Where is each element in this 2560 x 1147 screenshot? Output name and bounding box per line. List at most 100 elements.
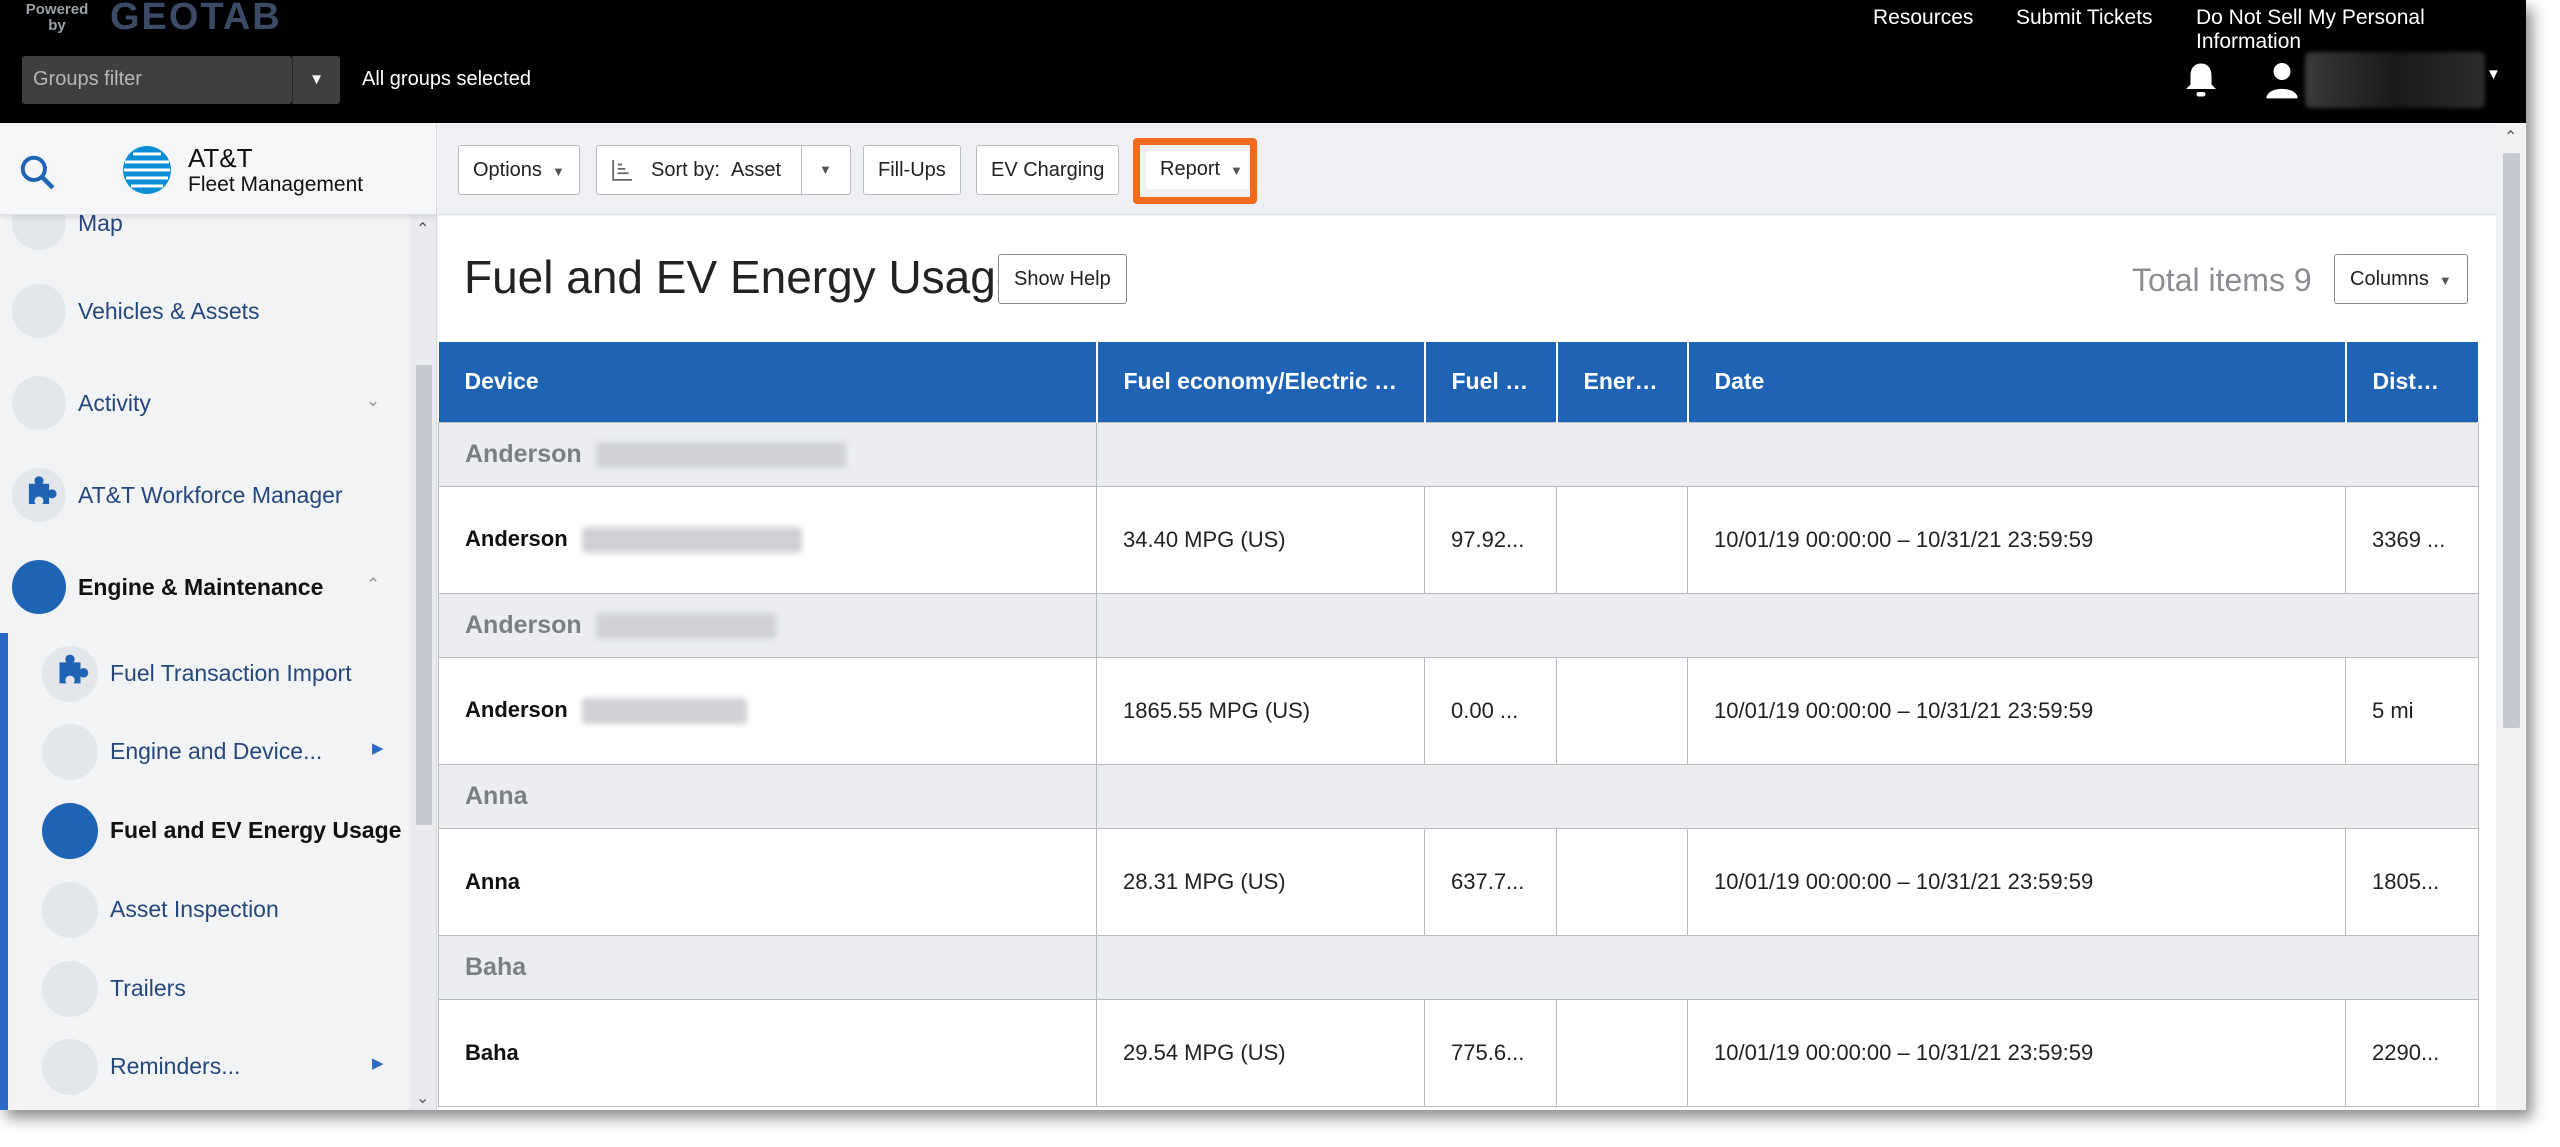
column-header-fuel-used[interactable]: Fuel us... — [1424, 342, 1558, 422]
fuel-usage-table: Device Fuel economy/Electric e... Fuel u… — [438, 342, 2480, 1107]
sidebar-item-label: Activity — [78, 390, 151, 416]
total-items-count: Total items 9 — [2132, 262, 2312, 298]
divider — [801, 146, 802, 194]
column-header-date[interactable]: Date — [1687, 342, 2347, 422]
groups-filter-input[interactable]: Groups filter — [22, 56, 292, 104]
bell-icon[interactable] — [2183, 60, 2219, 100]
group-row[interactable]: Anderson — [438, 592, 2479, 658]
date-cell: 10/01/19 00:00:00 – 10/31/21 23:59:59 — [1687, 656, 2346, 765]
chevron-right-icon: ▶ — [372, 740, 384, 757]
search-icon[interactable] — [18, 153, 56, 191]
chevron-down-icon: ⌄ — [366, 391, 381, 410]
sidebar-subitem-fuel-import[interactable]: Fuel Transaction Import — [0, 633, 408, 713]
group-row[interactable]: Baha — [438, 934, 2479, 1000]
content-scrollbar[interactable]: ⌃ — [2496, 123, 2526, 1110]
sidebar-subitem-fuel-ev[interactable]: Fuel and EV Energy Usage — [0, 790, 408, 870]
sidebar-subitem-trailers[interactable]: Trailers — [0, 948, 408, 1028]
table-row[interactable]: Anna 28.31 MPG (US) 637.7... 10/01/19 00… — [438, 827, 2479, 936]
fuel-economy-cell: 28.31 MPG (US) — [1096, 827, 1425, 936]
options-button[interactable]: Options ▼ — [458, 145, 580, 195]
caret-down-icon: ▼ — [2438, 273, 2452, 288]
sort-prefix: Sort by: — [651, 159, 720, 181]
group-name: Anderson — [465, 610, 582, 639]
att-globe-icon — [123, 146, 171, 194]
fill-ups-button[interactable]: Fill-Ups — [863, 145, 961, 195]
redacted-text — [595, 612, 776, 639]
scrollbar-thumb[interactable] — [2503, 153, 2520, 728]
device-cell: Baha — [438, 998, 1097, 1107]
sidebar-subitem-asset-inspection[interactable]: Asset Inspection — [0, 869, 408, 949]
powered-by-label: Powered by — [25, 1, 89, 34]
fuel-used-cell: 97.92... — [1424, 485, 1557, 594]
sidebar-subitem-engine-device[interactable]: Engine and Device... ▶ — [0, 711, 408, 791]
trailer-icon — [42, 961, 98, 1017]
table-row[interactable]: Baha 29.54 MPG (US) 775.6... 10/01/19 00… — [438, 998, 2479, 1107]
user-icon[interactable] — [2265, 60, 2299, 100]
caret-down-icon[interactable]: ▼ — [819, 146, 832, 194]
sidebar-item-engine[interactable]: Engine & Maintenance ⌃ — [0, 547, 408, 627]
brand-subtitle: Fleet Management — [188, 173, 364, 196]
chevron-up-icon[interactable]: ⌃ — [2504, 127, 2517, 147]
inspection-icon — [42, 882, 98, 938]
submit-tickets-link[interactable]: Submit Tickets — [2016, 6, 2153, 30]
energy-cell — [1556, 656, 1688, 765]
sidebar: AT&T Fleet Management Map Vehicles & Ass… — [0, 123, 437, 1110]
sidebar-subitem-label: Asset Inspection — [110, 896, 279, 922]
sidebar-scrollbar[interactable]: ⌃ ⌄ — [410, 215, 436, 1110]
resources-link[interactable]: Resources — [1873, 6, 1973, 30]
app-window: Powered by GEOTAB Resources Submit Ticke… — [0, 0, 2526, 1110]
sidebar-item-workforce[interactable]: AT&T Workforce Manager — [0, 455, 408, 535]
chevron-right-icon: ▶ — [372, 1055, 384, 1072]
group-row[interactable]: Anna — [438, 763, 2479, 829]
sidebar-subitem-label: Trailers — [110, 975, 186, 1001]
chevron-down-icon[interactable]: ⌄ — [416, 1088, 429, 1108]
main-content: Fuel and EV Energy Usage Show Help Total… — [438, 216, 2496, 1110]
user-name-redacted[interactable] — [2305, 52, 2485, 108]
show-help-button[interactable]: Show Help — [998, 254, 1127, 304]
groups-filter-dropdown[interactable]: ▼ — [292, 56, 340, 104]
redacted-text — [581, 698, 747, 725]
group-filler — [1096, 763, 2479, 829]
distance-cell: 2290... — [2345, 998, 2479, 1107]
fuel-used-cell: 775.6... — [1424, 998, 1557, 1107]
sidebar-item-activity[interactable]: Activity ⌄ — [0, 363, 408, 443]
column-header-fuel-economy[interactable]: Fuel economy/Electric e... — [1096, 342, 1426, 422]
device-cell: Anna — [438, 827, 1097, 936]
table-row[interactable]: Anderson 1865.55 MPG (US) 0.00 ... 10/01… — [438, 656, 2479, 765]
distance-cell: 3369 ... — [2345, 485, 2479, 594]
device-name: Anderson — [465, 696, 568, 722]
sidebar-item-label: Engine & Maintenance — [78, 574, 324, 600]
group-filler — [1096, 934, 2479, 1000]
groups-status: All groups selected — [362, 68, 531, 90]
toolbar: Options ▼ Sort by: Asset ▼ Fill-Ups EV Ch… — [438, 123, 2496, 215]
energy-cell — [1556, 827, 1688, 936]
geotab-logo: GEOTAB — [110, 0, 282, 38]
columns-label: Columns — [2350, 268, 2429, 290]
chevron-up-icon[interactable]: ⌃ — [416, 219, 429, 239]
sidebar-subitem-label: Fuel Transaction Import — [110, 660, 352, 686]
columns-button[interactable]: Columns ▼ — [2334, 254, 2468, 304]
column-header-device[interactable]: Device — [438, 342, 1098, 422]
group-row[interactable]: Anderson — [438, 421, 2479, 487]
fuel-economy-cell: 29.54 MPG (US) — [1096, 998, 1425, 1107]
ev-charging-button[interactable]: EV Charging — [976, 145, 1120, 195]
energy-cell — [1556, 998, 1688, 1107]
column-header-distance[interactable]: Distance — [2345, 342, 2480, 422]
sidebar-item-vehicles[interactable]: Vehicles & Assets — [0, 271, 408, 351]
sort-by-button[interactable]: Sort by: Asset ▼ — [596, 145, 851, 195]
sidebar-subitem-label: Fuel and EV Energy Usage — [110, 817, 402, 843]
scrollbar-thumb[interactable] — [416, 365, 432, 825]
table-row[interactable]: Anderson 34.40 MPG (US) 97.92... 10/01/1… — [438, 485, 2479, 594]
chevron-down-icon: ▼ — [309, 71, 324, 88]
puzzle-icon — [12, 468, 66, 522]
engine-icon — [12, 560, 66, 614]
energy-cell — [1556, 485, 1688, 594]
do-not-sell-link[interactable]: Do Not Sell My Personal Information — [2196, 6, 2526, 54]
device-name: Anderson — [465, 525, 568, 551]
chevron-down-icon[interactable]: ▼ — [2486, 66, 2501, 83]
sidebar-item-label: Vehicles & Assets — [78, 298, 260, 324]
column-header-energy[interactable]: Energy... — [1556, 342, 1689, 422]
fuel-economy-cell: 1865.55 MPG (US) — [1096, 656, 1425, 765]
sidebar-subitem-reminders[interactable]: Reminders... ▶ — [0, 1026, 408, 1106]
sidebar-header: AT&T Fleet Management — [0, 123, 436, 215]
